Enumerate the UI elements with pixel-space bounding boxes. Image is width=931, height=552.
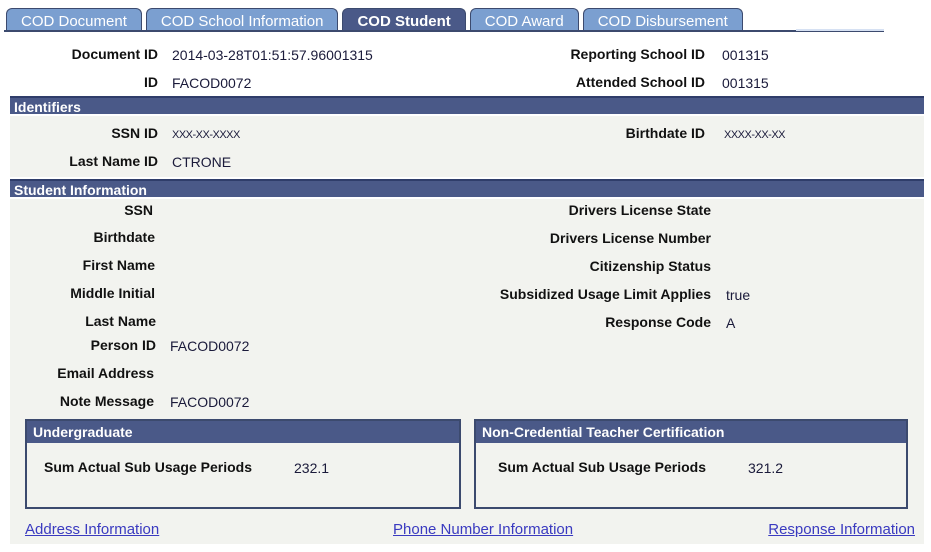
tab-cod-document[interactable]: COD Document — [6, 8, 142, 32]
address-information-link[interactable]: Address Information — [25, 521, 159, 538]
person-id-value: FACOD0072 — [170, 338, 250, 354]
tab-divider-extension — [796, 29, 884, 31]
undergraduate-sum-label: Sum Actual Sub Usage Periods — [44, 459, 252, 475]
response-code-label: Response Code — [605, 314, 711, 330]
attended-school-id-label: Attended School ID — [575, 74, 705, 90]
tab-divider — [4, 30, 884, 32]
last-name-id-value: CTRONE — [172, 154, 232, 170]
teacher-certification-header: Non-Credential Teacher Certification — [476, 421, 906, 443]
response-code-value: A — [726, 315, 736, 331]
birthdate-id-value: XXXX-XX-XX — [724, 129, 786, 141]
drivers-license-number-label: Drivers License Number — [549, 230, 711, 246]
birthdate-label: Birthdate — [93, 229, 155, 245]
tab-cod-award[interactable]: COD Award — [469, 8, 579, 32]
tab-cod-student[interactable]: COD Student — [342, 8, 466, 32]
email-address-label: Email Address — [57, 365, 154, 381]
birthdate-id-label: Birthdate ID — [625, 125, 705, 141]
citizenship-status-label: Citizenship Status — [589, 258, 711, 274]
ssn-label: SSN — [124, 202, 153, 218]
ssn-id-label: SSN ID — [111, 125, 158, 141]
attended-school-id-value: 001315 — [722, 75, 769, 91]
reporting-school-id-label: Reporting School ID — [570, 46, 705, 62]
drivers-license-state-label: Drivers License State — [568, 202, 711, 218]
ssn-id-value: XXX-XX-XXXX — [172, 129, 240, 141]
id-value: FACOD0072 — [172, 75, 252, 91]
tab-cod-disbursement[interactable]: COD Disbursement — [582, 8, 743, 32]
response-information-link[interactable]: Response Information — [768, 521, 915, 538]
tab-cod-school-information[interactable]: COD School Information — [145, 8, 339, 32]
student-information-header: Student Information — [10, 179, 924, 198]
last-name-id-label: Last Name ID — [69, 153, 158, 169]
identifiers-header: Identifiers — [10, 96, 924, 115]
id-label: ID — [144, 74, 158, 90]
teacher-certification-sum-value: 321.2 — [748, 460, 784, 476]
note-message-value: FACOD0072 — [170, 394, 250, 410]
document-id-label: Document ID — [71, 46, 158, 62]
middle-initial-label: Middle Initial — [70, 285, 155, 301]
subsidized-usage-limit-value: true — [726, 287, 751, 303]
note-message-label: Note Message — [59, 393, 154, 409]
teacher-certification-sum-label: Sum Actual Sub Usage Periods — [498, 459, 706, 475]
last-name-label: Last Name — [85, 313, 156, 329]
reporting-school-id-value: 001315 — [722, 47, 769, 63]
person-id-label: Person ID — [90, 337, 156, 353]
tab-bar: COD Document COD School Information COD … — [6, 6, 747, 32]
first-name-label: First Name — [82, 257, 155, 273]
undergraduate-sum-value: 232.1 — [294, 460, 330, 476]
phone-number-information-link[interactable]: Phone Number Information — [393, 521, 573, 538]
subsidized-usage-limit-label: Subsidized Usage Limit Applies — [499, 286, 711, 302]
undergraduate-header: Undergraduate — [27, 421, 459, 443]
document-id-value: 2014-03-28T01:51:57.96001315 — [172, 47, 373, 63]
